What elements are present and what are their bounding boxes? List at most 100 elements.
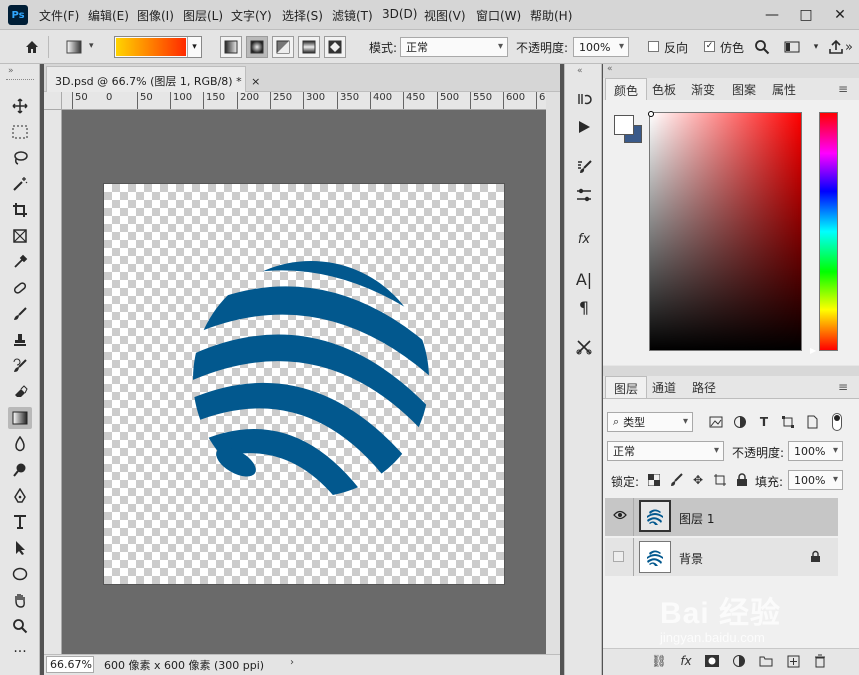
gradient-editor[interactable]: ▾: [114, 36, 202, 58]
character-panel-icon[interactable]: A|: [573, 268, 595, 290]
collapse-icon[interactable]: «: [577, 66, 583, 76]
gradient-swatch[interactable]: [116, 38, 186, 56]
history-panel-icon[interactable]: [573, 88, 595, 110]
path-selection-tool-icon[interactable]: [8, 537, 32, 559]
menu-view[interactable]: 视图(V): [424, 7, 466, 24]
adjustments-icon[interactable]: [573, 184, 595, 206]
brush-tool-icon[interactable]: [8, 303, 32, 325]
color-spectrum-picker[interactable]: [649, 112, 802, 351]
eyedropper-tool-icon[interactable]: [8, 251, 32, 273]
image-canvas[interactable]: [104, 184, 504, 584]
chevron-down-icon[interactable]: ▾: [89, 41, 94, 51]
chevron-down-icon[interactable]: ▾: [806, 37, 826, 57]
clone-stamp-tool-icon[interactable]: [8, 329, 32, 351]
new-group-icon[interactable]: [757, 652, 775, 670]
menu-file[interactable]: 文件(F): [39, 7, 79, 24]
blur-tool-icon[interactable]: [8, 433, 32, 455]
lock-artboard-icon[interactable]: [711, 471, 729, 489]
menu-3d[interactable]: 3D(D): [382, 7, 417, 21]
color-picker-cursor[interactable]: [648, 111, 654, 117]
styles-icon[interactable]: fx: [573, 228, 595, 250]
minimize-button[interactable]: —: [755, 0, 789, 30]
blend-mode-select[interactable]: 正常 ▾: [607, 441, 724, 461]
tab-paths[interactable]: 路径: [684, 376, 724, 398]
status-menu-icon[interactable]: ›: [290, 657, 294, 668]
magic-wand-tool-icon[interactable]: [8, 173, 32, 195]
filter-type-icon[interactable]: T: [755, 413, 773, 431]
healing-brush-tool-icon[interactable]: [8, 277, 32, 299]
brush-settings-icon[interactable]: [573, 156, 595, 178]
foreground-color-swatch[interactable]: [614, 115, 634, 135]
document-tab[interactable]: 3D.psd @ 66.7% (图层 1, RGB/8) * ×: [46, 66, 260, 92]
visibility-toggle[interactable]: [613, 551, 624, 562]
layer-filter-select[interactable]: ⌕ 类型 ▾: [607, 412, 693, 432]
home-icon[interactable]: [22, 37, 42, 57]
add-style-icon[interactable]: fx: [677, 652, 695, 670]
new-layer-icon[interactable]: [784, 652, 802, 670]
menu-select[interactable]: 选择(S): [282, 7, 323, 24]
new-adjustment-icon[interactable]: [730, 652, 748, 670]
angle-gradient-button[interactable]: [272, 36, 294, 58]
lock-transparent-icon[interactable]: [645, 471, 663, 489]
eye-icon[interactable]: [613, 509, 627, 523]
radial-gradient-button[interactable]: [246, 36, 268, 58]
filter-toggle[interactable]: [832, 413, 842, 431]
close-button[interactable]: ✕: [823, 0, 857, 30]
tab-patterns[interactable]: 图案: [724, 78, 764, 100]
link-layers-icon[interactable]: ⛓: [650, 652, 668, 670]
maximize-button[interactable]: □: [789, 0, 823, 30]
type-tool-icon[interactable]: [8, 511, 32, 533]
tab-channels[interactable]: 通道: [644, 376, 684, 398]
eraser-tool-icon[interactable]: [8, 381, 32, 403]
more-icon[interactable]: »: [842, 37, 856, 57]
filter-adjustment-icon[interactable]: [731, 413, 749, 431]
collapse-icon[interactable]: «: [607, 64, 613, 74]
layer-name[interactable]: 图层 1: [679, 510, 714, 527]
vertical-ruler[interactable]: [44, 110, 62, 654]
filter-shape-icon[interactable]: [779, 413, 797, 431]
lock-image-icon[interactable]: [667, 471, 685, 489]
lock-all-icon[interactable]: [733, 471, 751, 489]
add-mask-icon[interactable]: [703, 652, 721, 670]
tool-presets-icon[interactable]: [573, 336, 595, 358]
menu-edit[interactable]: 编辑(E): [88, 7, 129, 24]
tab-layers[interactable]: 图层: [605, 376, 648, 398]
menu-filter[interactable]: 滤镜(T): [332, 7, 373, 24]
fill-input[interactable]: 100% ▾: [788, 470, 843, 490]
gradient-tool-icon[interactable]: [8, 407, 32, 429]
paragraph-panel-icon[interactable]: ¶: [573, 296, 595, 318]
lasso-tool-icon[interactable]: [8, 147, 32, 169]
layer-row-layer1[interactable]: 图层 1: [605, 498, 838, 536]
menu-window[interactable]: 窗口(W): [476, 7, 521, 24]
panel-menu-icon[interactable]: ≡: [838, 380, 848, 394]
chevron-down-icon[interactable]: ▾: [187, 37, 201, 57]
delete-layer-icon[interactable]: [811, 652, 829, 670]
horizontal-ruler[interactable]: 50 0 50 100 150 200 250 300 350 400 450 …: [62, 92, 546, 110]
linear-gradient-button[interactable]: [220, 36, 242, 58]
layer-row-background[interactable]: 背景: [605, 538, 838, 576]
crop-tool-icon[interactable]: [8, 199, 32, 221]
collapse-icon[interactable]: »: [8, 66, 14, 76]
pen-tool-icon[interactable]: [8, 485, 32, 507]
ellipse-tool-icon[interactable]: [8, 563, 32, 585]
history-brush-tool-icon[interactable]: [8, 355, 32, 377]
menu-type[interactable]: 文字(Y): [231, 7, 272, 24]
zoom-tool-icon[interactable]: [8, 615, 32, 637]
close-tab-icon[interactable]: ×: [251, 75, 260, 88]
frame-tool-icon[interactable]: [8, 225, 32, 247]
grip[interactable]: [6, 79, 34, 81]
mode-select[interactable]: 正常 ▾: [400, 37, 508, 57]
tab-swatches[interactable]: 色板: [644, 78, 684, 100]
gradient-preset-icon[interactable]: [64, 37, 84, 57]
marquee-tool-icon[interactable]: [8, 121, 32, 143]
search-icon[interactable]: [752, 37, 772, 57]
lock-position-icon[interactable]: ✥: [689, 471, 707, 489]
layer-name[interactable]: 背景: [679, 550, 703, 567]
play-actions-icon[interactable]: [573, 116, 595, 138]
menu-help[interactable]: 帮助(H): [530, 7, 572, 24]
reverse-checkbox[interactable]: [648, 41, 659, 52]
tab-color[interactable]: 颜色: [605, 78, 648, 100]
hue-slider[interactable]: [819, 112, 838, 351]
hand-tool-icon[interactable]: [8, 589, 32, 611]
filter-smartobject-icon[interactable]: [803, 413, 821, 431]
